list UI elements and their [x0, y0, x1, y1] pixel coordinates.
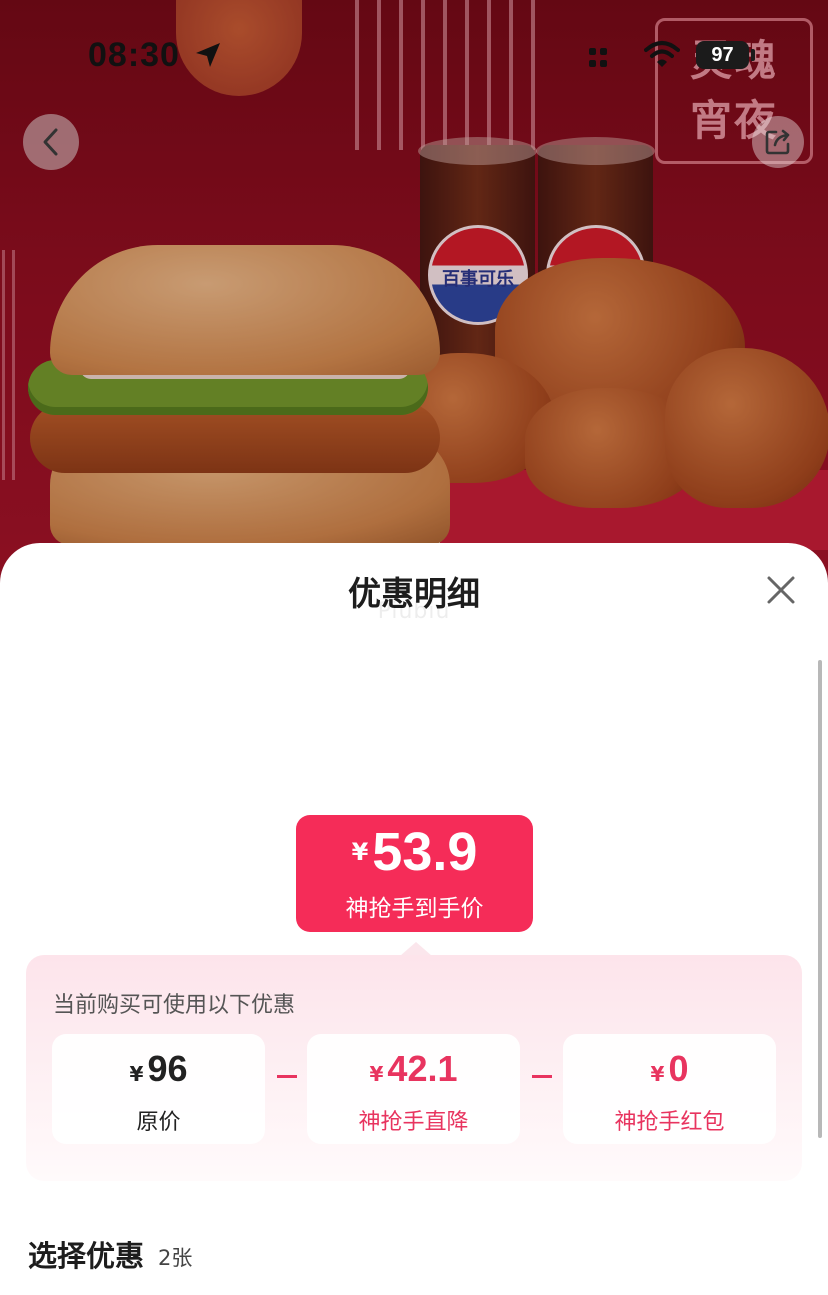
- back-icon: [43, 128, 58, 156]
- red-packet-currency: ¥: [650, 1062, 665, 1086]
- share-icon: [765, 129, 790, 155]
- back-button[interactable]: [23, 114, 79, 170]
- red-packet-label: 神抢手红包: [614, 1110, 725, 1135]
- final-price-amount: ¥53.9: [296, 821, 533, 883]
- coupon-count: 2张: [158, 1246, 193, 1270]
- final-price-currency: ¥: [351, 838, 369, 866]
- direct-discount-label: 神抢手直降: [358, 1110, 469, 1135]
- wifi-icon: [644, 41, 680, 67]
- benefits-title: 当前购买可使用以下优惠: [53, 993, 296, 1018]
- scrollbar[interactable]: [818, 660, 822, 1138]
- original-price-label: 原价: [136, 1110, 181, 1135]
- battery-indicator: 97: [696, 41, 749, 69]
- direct-discount-currency: ¥: [369, 1062, 384, 1086]
- direct-discount-value: 42.1: [387, 1048, 458, 1089]
- share-button[interactable]: [752, 116, 804, 168]
- location-arrow-icon: [196, 43, 220, 67]
- final-price-value: 53.9: [372, 822, 478, 882]
- direct-discount-card: ¥42.1 神抢手直降: [307, 1034, 520, 1144]
- available-benefits-panel: 当前购买可使用以下优惠 ¥96 原价 ¥42.1 神抢手直降 ¥0 神抢手红包: [26, 955, 802, 1181]
- signal-icon: [589, 48, 607, 67]
- status-bar: 08:30 97: [0, 0, 828, 110]
- minus-sign: [532, 1075, 552, 1078]
- app-root: 灵魂 宵夜 百事可乐 百: [0, 0, 828, 1295]
- select-discount-title: 选择优惠: [28, 1239, 145, 1273]
- watermark: Piubiu: [377, 599, 451, 624]
- minus-sign: [277, 1075, 297, 1078]
- final-price-card: ¥53.9 神抢手到手价: [296, 815, 533, 932]
- final-price-label: 神抢手到手价: [345, 896, 484, 922]
- close-icon[interactable]: [764, 573, 798, 607]
- original-price-currency: ¥: [129, 1062, 144, 1086]
- original-price-value: 96: [147, 1048, 188, 1089]
- price-pointer: [400, 942, 432, 956]
- status-time: 08:30: [88, 36, 180, 74]
- red-packet-card: ¥0 神抢手红包: [563, 1034, 776, 1144]
- discount-details-sheet: 优惠明细 Piubiu ¥53.9 神抢手到手价 当前购买可使用以下优惠 ¥96…: [0, 543, 828, 1295]
- red-packet-value: 0: [668, 1048, 689, 1089]
- battery-tip: [751, 49, 755, 61]
- original-price-card: ¥96 原价: [52, 1034, 265, 1144]
